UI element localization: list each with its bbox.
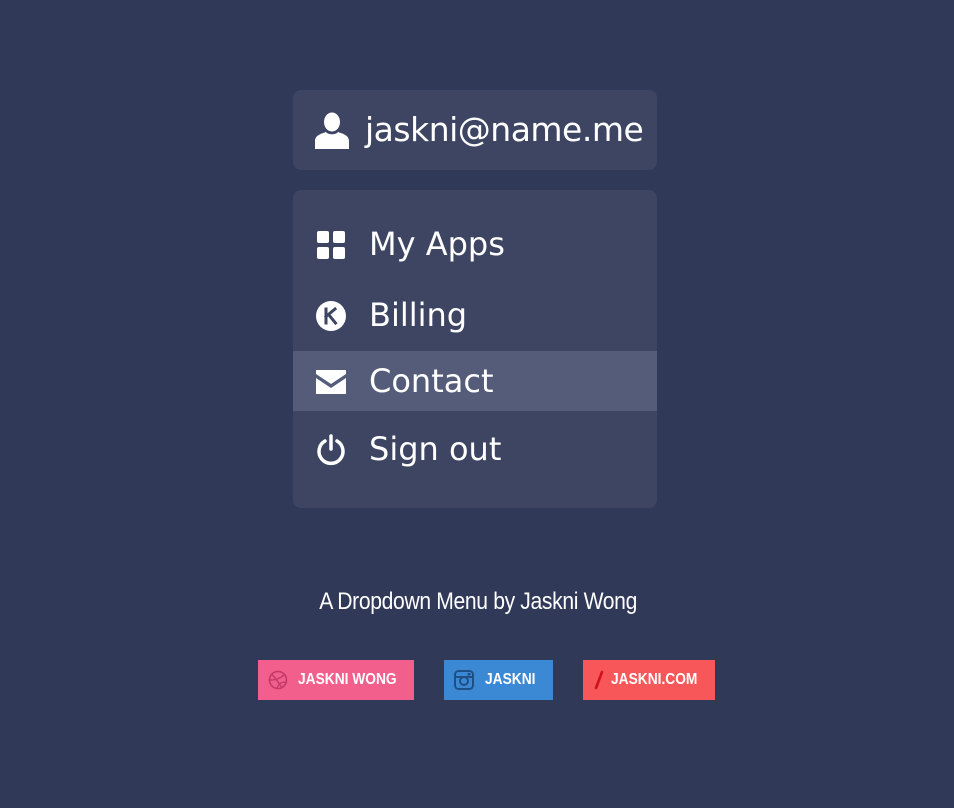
user-email: jaskni@name.me xyxy=(365,110,644,149)
envelope-icon xyxy=(315,366,347,398)
menu-item-sign-out[interactable]: Sign out xyxy=(293,419,657,479)
menu-item-label: Contact xyxy=(369,362,494,400)
grid-icon xyxy=(315,229,347,261)
website-link[interactable]: JASKNI.COM xyxy=(583,660,715,700)
menu-item-label: Billing xyxy=(369,296,468,334)
slash-icon xyxy=(593,670,605,690)
menu-item-billing[interactable]: Billing xyxy=(293,285,657,345)
menu-item-label: Sign out xyxy=(369,430,502,468)
credit-text: A Dropdown Menu by Jaskni Wong xyxy=(319,588,637,615)
dribbble-icon xyxy=(268,670,288,690)
k-circle-icon xyxy=(315,300,347,332)
user-account-card[interactable]: jaskni@name.me xyxy=(293,90,657,170)
dribbble-link[interactable]: JASKNI WONG xyxy=(258,660,414,700)
website-link-label: JASKNI.COM xyxy=(611,671,698,688)
dribbble-link-label: JASKNI WONG xyxy=(298,671,397,688)
instagram-link[interactable]: JASKNI xyxy=(444,660,553,700)
instagram-icon xyxy=(454,670,474,690)
menu-item-contact[interactable]: Contact xyxy=(293,351,657,411)
instagram-link-label: JASKNI xyxy=(485,671,536,688)
user-icon xyxy=(312,110,352,150)
power-icon xyxy=(315,434,347,466)
menu-item-label: My Apps xyxy=(369,225,505,263)
menu-item-my-apps[interactable]: My Apps xyxy=(293,214,657,274)
dropdown-menu: My Apps Billing Contact Sign out xyxy=(293,190,657,508)
